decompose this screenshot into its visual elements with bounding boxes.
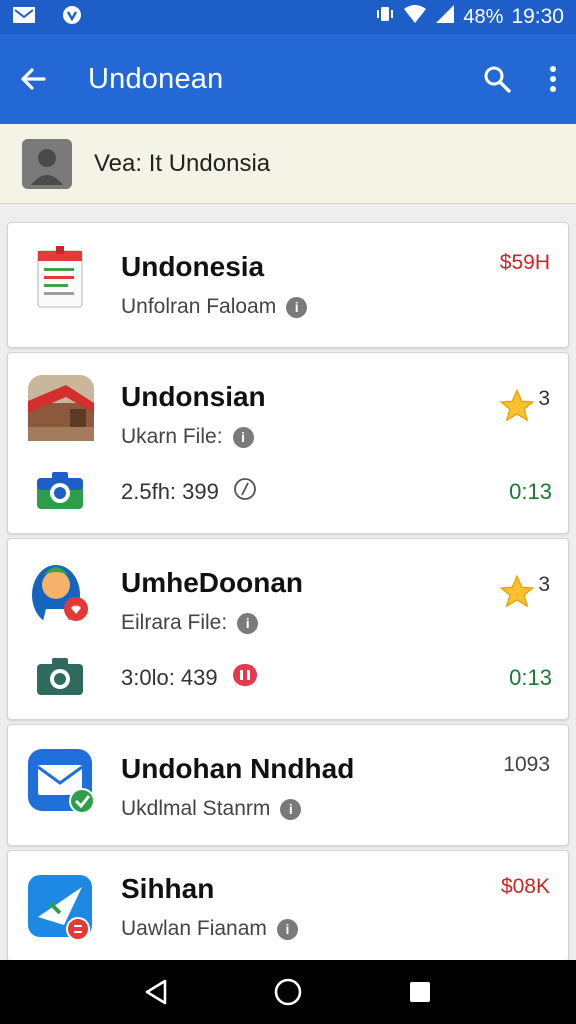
nav-home-icon[interactable] — [264, 968, 312, 1016]
info-icon[interactable]: i — [232, 426, 254, 448]
nav-back-icon[interactable] — [132, 968, 180, 1016]
arrow-left-icon[interactable] — [18, 64, 48, 94]
house-photo-icon — [26, 373, 96, 443]
item-subtitle: Unfolran Faloam — [121, 295, 277, 318]
person-icon — [26, 559, 96, 629]
item-value: 1093 — [503, 753, 550, 776]
info-icon[interactable]: i — [280, 798, 302, 820]
item-value: $08K — [500, 875, 550, 898]
item-title: Sihhan — [121, 873, 215, 904]
info-icon[interactable]: i — [237, 612, 259, 634]
gmail-icon — [12, 5, 36, 30]
account-banner[interactable]: Vea: It Undonsia — [0, 124, 576, 204]
item-time: 0:13 — [509, 665, 552, 690]
badge-icon — [232, 663, 258, 693]
item-subtitle-row: Unfolran Faloam i — [121, 295, 308, 319]
signal-icon — [435, 4, 455, 30]
item-value: $59H — [499, 251, 550, 274]
nav-recents-icon[interactable] — [396, 968, 444, 1016]
rating-value: 3 — [538, 573, 550, 596]
item-title: UmheDoonan — [121, 567, 303, 598]
info-icon[interactable]: i — [286, 296, 308, 318]
item-meta-row: 2.5fh: 399 0:13 — [26, 467, 552, 517]
item-subtitle: Eilrara File: — [121, 611, 228, 634]
rating-value: 3 — [538, 387, 550, 410]
item-subtitle: Ukarn File: — [121, 425, 223, 448]
clock-outline-icon — [233, 477, 257, 507]
clock-text: 19:30 — [511, 5, 564, 28]
rating: 3 — [498, 573, 550, 617]
wifi-icon — [403, 4, 427, 30]
item-meta-text: 2.5fh: 399 — [121, 479, 219, 504]
system-nav-bar — [0, 960, 576, 1024]
star-icon — [498, 573, 536, 617]
item-subtitle-row: Ukdlmal Stanrm i — [121, 797, 302, 821]
list-item[interactable]: Undohan Nndhad Ukdlmal Stanrm i 1093 — [7, 724, 569, 846]
item-meta-row: 3:0lo: 439 0:13 — [26, 653, 552, 703]
page-title: Undonean — [88, 62, 224, 95]
list-item[interactable]: Undonsian Ukarn File: i 3 2.5fh: 399 0:1… — [7, 352, 569, 534]
item-title: Undonsian — [121, 381, 266, 412]
vpn-icon — [62, 5, 82, 30]
item-title: Undohan Nndhad — [121, 753, 355, 784]
item-meta-text: 3:0lo: 439 — [121, 665, 218, 690]
search-icon[interactable] — [482, 64, 512, 94]
item-subtitle: Ukdlmal Stanrm — [121, 797, 271, 820]
send-icon — [26, 873, 96, 943]
camera-icon — [36, 656, 84, 701]
avatar — [22, 138, 72, 189]
status-bar: 48% 19:30 — [0, 0, 576, 34]
mail-icon — [26, 745, 96, 815]
more-vert-icon[interactable] — [548, 64, 558, 94]
item-subtitle-row: Ukarn File: i — [121, 425, 254, 449]
rating: 3 — [498, 387, 550, 431]
list-item[interactable]: UmheDoonan Eilrara File: i 3 3:0lo: 439 … — [7, 538, 569, 720]
star-icon — [498, 387, 536, 431]
list-item[interactable]: Sihhan Uawlan Fianam i $08K — [7, 850, 569, 962]
app-bar: Undonean — [0, 34, 576, 124]
vibrate-icon — [375, 4, 395, 30]
item-time: 0:13 — [509, 479, 552, 504]
list-item[interactable]: Undonesia Unfolran Faloam i $59H — [7, 222, 569, 348]
camera-icon — [36, 470, 84, 515]
document-icon — [26, 243, 96, 313]
item-subtitle-row: Eilrara File: i — [121, 611, 259, 635]
info-icon[interactable]: i — [276, 918, 298, 940]
item-subtitle-row: Uawlan Fianam i — [121, 917, 298, 941]
item-title: Undonesia — [121, 251, 265, 282]
banner-text: Vea: It Undonsia — [94, 149, 271, 177]
item-subtitle: Uawlan Fianam — [121, 917, 267, 940]
battery-text: 48% — [463, 5, 504, 28]
